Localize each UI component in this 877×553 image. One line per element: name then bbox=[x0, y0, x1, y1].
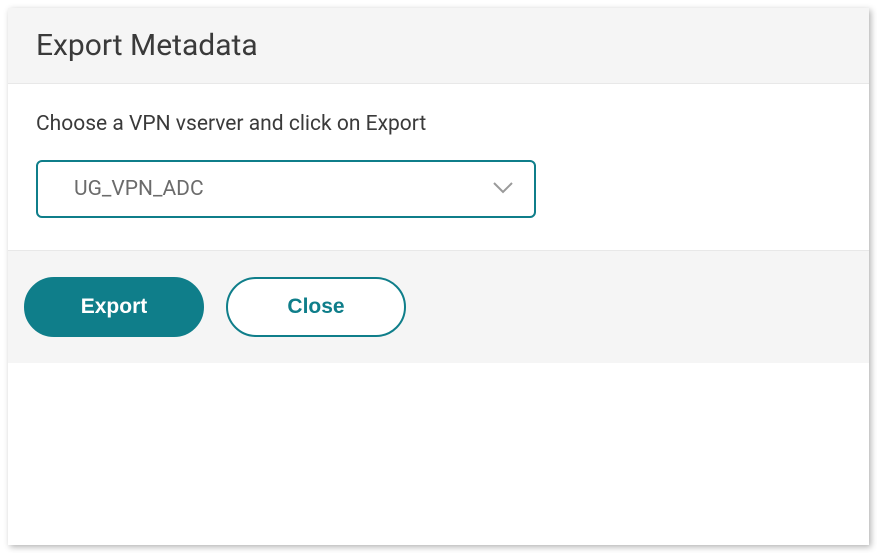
chevron-down-icon bbox=[492, 177, 514, 201]
dialog-footer: Export Close bbox=[8, 250, 869, 363]
vpn-vserver-select[interactable]: UG_VPN_ADC bbox=[36, 160, 536, 218]
select-value: UG_VPN_ADC bbox=[74, 177, 204, 201]
dialog-header: Export Metadata bbox=[8, 8, 869, 84]
export-metadata-dialog: Export Metadata Choose a VPN vserver and… bbox=[8, 8, 869, 545]
dialog-empty-area bbox=[8, 363, 869, 545]
dialog-title: Export Metadata bbox=[36, 28, 841, 63]
instruction-text: Choose a VPN vserver and click on Export bbox=[36, 112, 841, 136]
vpn-vserver-select-wrapper: UG_VPN_ADC bbox=[36, 160, 536, 218]
close-button[interactable]: Close bbox=[226, 277, 406, 337]
dialog-body: Choose a VPN vserver and click on Export… bbox=[8, 84, 869, 250]
export-button[interactable]: Export bbox=[24, 277, 204, 337]
